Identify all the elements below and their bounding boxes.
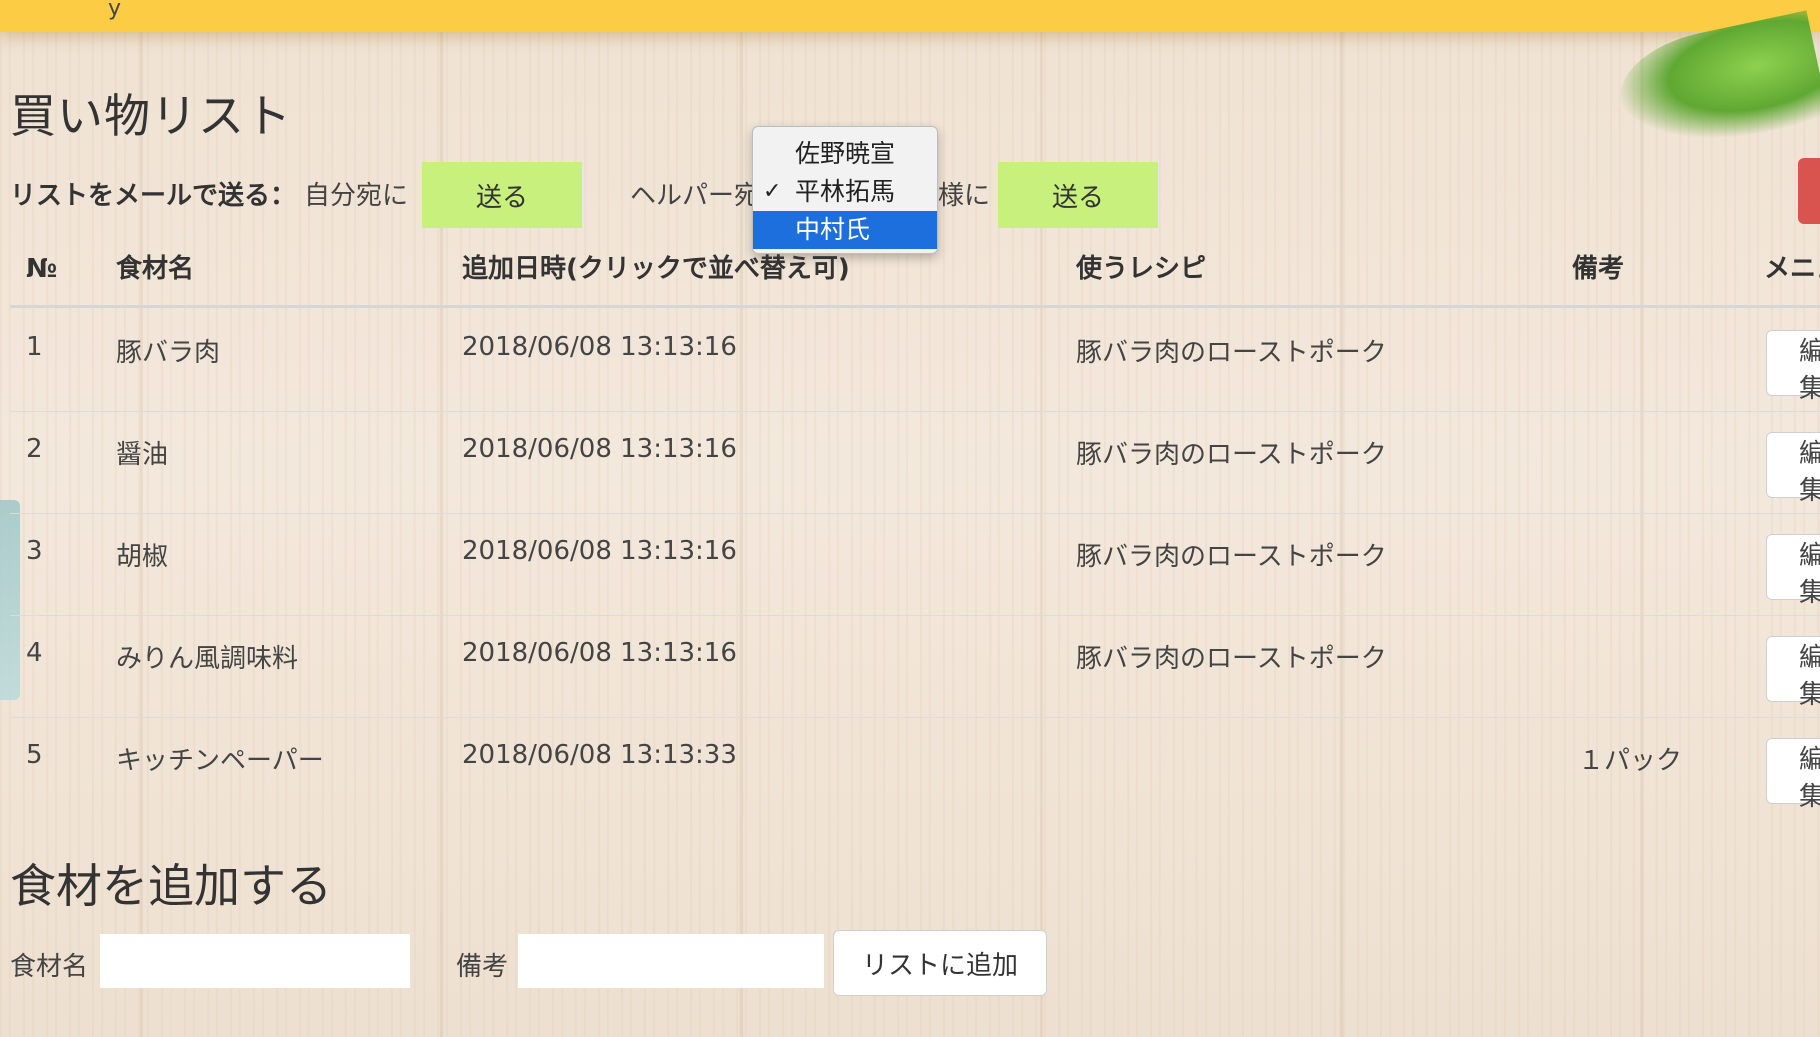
cell-recipe: 豚バラ肉のローストポーク [1076,542,1387,572]
cell-no: 5 [26,740,43,770]
cell-date: 2018/06/08 13:13:16 [462,638,737,668]
app-logo[interactable]: y [108,0,121,21]
col-recipe: 使うレシピ [1076,254,1207,284]
col-menu: メニュー [1764,254,1820,284]
edit-button[interactable]: 編集 [1766,738,1820,812]
mail-label: リストをメールで送る： [10,181,297,211]
cell-date: 2018/06/08 13:13:16 [462,536,737,566]
edit-button[interactable]: 編集 [1766,330,1820,404]
name-input[interactable] [100,934,410,988]
table-row: 1 豚バラ肉 2018/06/08 13:13:16 豚バラ肉のローストポーク … [10,310,1820,412]
checkmark-icon: ✓ [763,179,782,204]
cell-note: １パック [1578,746,1683,776]
self-label: 自分宛に [304,181,409,211]
cell-name: 豚バラ肉 [116,338,221,368]
table-row: 5 キッチンペーパー 2018/06/08 13:13:33 １パック 編集 [10,718,1820,820]
red-action-button[interactable] [1798,158,1820,224]
cell-recipe: 豚バラ肉のローストポーク [1076,440,1387,470]
cell-date: 2018/06/08 13:13:33 [462,740,737,770]
table-row: 3 胡椒 2018/06/08 13:13:16 豚バラ肉のローストポーク 編集 [10,514,1820,616]
helper-option-checked[interactable]: ✓ 平林拓馬 [753,173,937,211]
name-label: 食材名 [10,952,89,982]
cell-date: 2018/06/08 13:13:16 [462,332,737,362]
cell-no: 1 [26,332,43,362]
send-helper-button[interactable]: 送る [998,162,1158,228]
table-row: 2 醤油 2018/06/08 13:13:16 豚バラ肉のローストポーク 編集 [10,412,1820,514]
helper-option[interactable]: 佐野暁宣 [753,135,937,173]
cell-name: 醤油 [116,440,169,470]
top-bar: y [0,0,1820,32]
leaf-decoration [1610,10,1820,160]
note-input[interactable] [518,934,824,988]
helper-label: ヘルパー宛 [630,181,761,211]
helper-option-highlighted[interactable]: 中村氏 [753,211,937,249]
table-header: № 食材名 追加日時(クリックで並べ替え可) 使うレシピ 備考 メニュー [10,250,1820,308]
table-row: 4 みりん風調味料 2018/06/08 13:13:16 豚バラ肉のローストポ… [10,616,1820,718]
edit-button[interactable]: 編集 [1766,636,1820,710]
edit-button[interactable]: 編集 [1766,432,1820,506]
col-date-sort[interactable]: 追加日時(クリックで並べ替え可) [462,250,850,288]
send-self-button[interactable]: 送る [422,162,582,228]
helper-select-dropdown[interactable]: 佐野暁宣 ✓ 平林拓馬 中村氏 [752,126,938,254]
edit-button[interactable]: 編集 [1766,534,1820,608]
note-label: 備考 [456,952,509,982]
cell-recipe: 豚バラ肉のローストポーク [1076,338,1387,368]
cell-recipe: 豚バラ肉のローストポーク [1076,644,1387,674]
col-no: № [26,254,58,284]
cell-no: 3 [26,536,43,566]
page-title: 買い物リスト [10,89,292,143]
cell-date: 2018/06/08 13:13:16 [462,434,737,464]
cell-name: 胡椒 [116,542,169,572]
col-name: 食材名 [116,254,195,284]
cell-no: 2 [26,434,43,464]
cell-name: キッチンペーパー [116,746,324,776]
cell-no: 4 [26,638,43,668]
add-item-form: 食材名 備考 リストに追加 [10,930,1110,998]
col-note: 備考 [1572,254,1625,284]
add-to-list-button[interactable]: リストに追加 [833,930,1047,996]
add-section-title: 食材を追加する [10,859,332,913]
helper-suffix-label: 様に [938,181,991,211]
cell-name: みりん風調味料 [116,644,299,674]
